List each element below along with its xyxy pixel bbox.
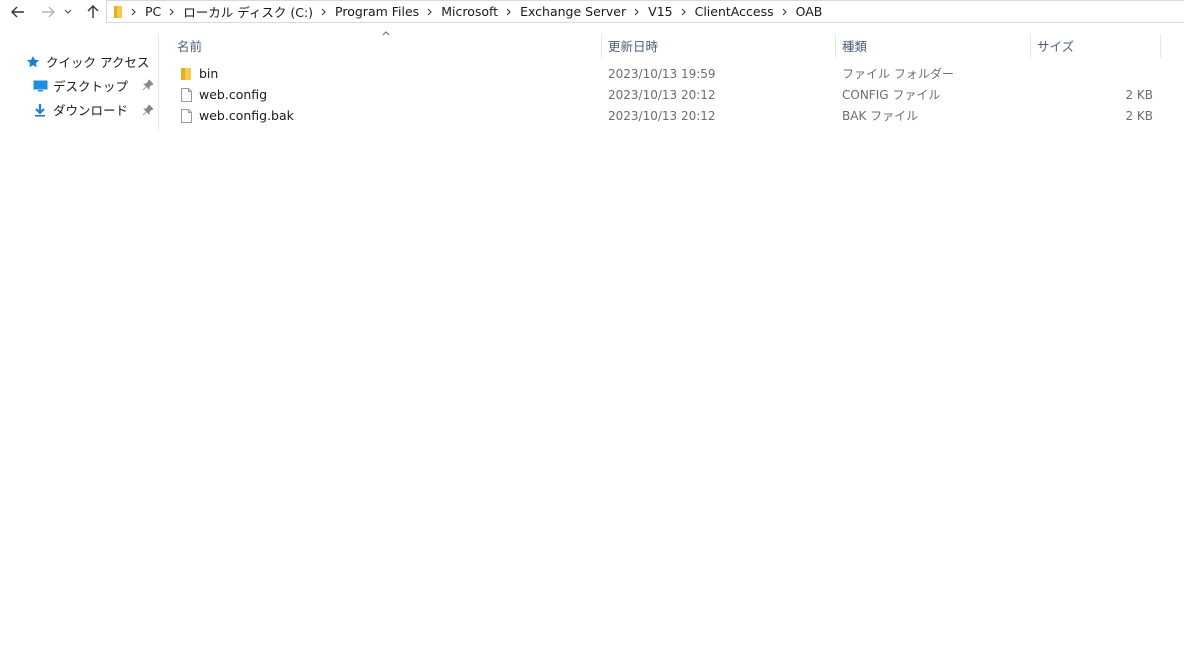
nav-item-quick-access[interactable]: クイック アクセス <box>24 52 149 71</box>
file-row[interactable]: bin 2023/10/13 19:59 ファイル フォルダー <box>160 63 1185 84</box>
address-bar-row: PC ローカル ディスク (C:) Program Files Microsof… <box>0 0 1185 24</box>
file-type: ファイル フォルダー <box>842 67 954 81</box>
file-size: 2 KB <box>1125 87 1153 102</box>
column-header-name[interactable]: 名前 <box>171 32 601 59</box>
breadcrumb-separator-icon[interactable] <box>500 8 518 16</box>
breadcrumb-separator-icon[interactable] <box>776 8 794 16</box>
breadcrumb-oab[interactable]: OAB <box>794 4 825 19</box>
file-name: bin <box>199 66 219 81</box>
breadcrumb-separator-icon[interactable] <box>628 8 646 16</box>
file-row[interactable]: web.config.bak 2023/10/13 20:12 BAK ファイル… <box>160 105 1185 126</box>
forward-arrow-icon <box>42 6 55 18</box>
breadcrumb-separator-icon[interactable] <box>163 8 181 16</box>
file-type: CONFIG ファイル <box>842 88 941 102</box>
nav-item-label: クイック アクセス <box>46 55 150 70</box>
navigation-pane: クイック アクセス デスクトップ ダウンロード <box>0 26 158 129</box>
back-arrow-icon <box>11 6 24 18</box>
column-header-label: 種類 <box>842 39 868 54</box>
file-name-cell: web.config <box>179 84 267 105</box>
breadcrumb-microsoft[interactable]: Microsoft <box>439 4 500 19</box>
column-header-label: サイズ <box>1037 39 1075 54</box>
column-header-modified[interactable]: 更新日時 <box>602 32 835 59</box>
file-modified: 2023/10/13 20:12 <box>608 87 716 102</box>
forward-button[interactable] <box>37 1 59 23</box>
breadcrumb-clientaccess[interactable]: ClientAccess <box>693 4 776 19</box>
breadcrumb-separator-icon[interactable] <box>675 8 693 16</box>
file-modified: 2023/10/13 20:12 <box>608 108 716 123</box>
column-header-size[interactable]: サイズ <box>1031 32 1160 59</box>
column-header-row: 名前 更新日時 種類 サイズ <box>160 31 1185 59</box>
file-name: web.config <box>199 87 268 102</box>
pin-icon[interactable] <box>142 104 154 116</box>
nav-item-label: デスクトップ <box>53 79 129 94</box>
breadcrumb-separator-icon[interactable] <box>315 8 333 16</box>
address-bar[interactable]: PC ローカル ディスク (C:) Program Files Microsof… <box>106 0 1184 23</box>
file-type: BAK ファイル <box>842 109 919 123</box>
column-header-label: 名前 <box>177 39 203 54</box>
breadcrumb-pc[interactable]: PC <box>143 4 163 19</box>
download-icon <box>31 102 49 118</box>
recent-locations-button[interactable] <box>61 1 75 23</box>
breadcrumb-separator-icon[interactable] <box>421 8 439 16</box>
pin-icon[interactable] <box>142 79 154 91</box>
up-button[interactable] <box>82 1 104 23</box>
back-button[interactable] <box>7 1 29 23</box>
folder-icon <box>111 5 125 19</box>
file-modified: 2023/10/13 19:59 <box>608 66 716 81</box>
nav-item-downloads[interactable]: ダウンロード <box>31 100 128 119</box>
pane-divider[interactable] <box>158 34 159 130</box>
nav-item-label: ダウンロード <box>53 103 129 118</box>
column-header-type[interactable]: 種類 <box>836 32 1030 59</box>
breadcrumb-exchange-server[interactable]: Exchange Server <box>518 4 628 19</box>
file-icon <box>179 87 193 103</box>
column-resize-handle[interactable] <box>1160 34 1161 58</box>
file-name: web.config.bak <box>199 108 294 123</box>
desktop-icon <box>31 78 49 94</box>
chevron-down-icon <box>64 9 72 14</box>
star-icon <box>24 54 42 70</box>
folder-icon <box>179 66 193 82</box>
breadcrumb-local-disk[interactable]: ローカル ディスク (C:) <box>181 2 315 21</box>
breadcrumb-separator-icon[interactable] <box>125 8 143 16</box>
file-size: 2 KB <box>1125 108 1153 123</box>
file-name-cell: web.config.bak <box>179 105 294 126</box>
breadcrumb-v15[interactable]: V15 <box>646 4 674 19</box>
file-name-cell: bin <box>179 63 218 84</box>
file-size <box>1031 63 1153 84</box>
file-row[interactable]: web.config 2023/10/13 20:12 CONFIG ファイル … <box>160 84 1185 105</box>
breadcrumb-program-files[interactable]: Program Files <box>333 4 421 19</box>
nav-item-desktop[interactable]: デスクトップ <box>31 76 128 95</box>
column-header-label: 更新日時 <box>608 39 659 54</box>
file-list: 名前 更新日時 種類 サイズ bin 2023/10/13 19:59 ファイル… <box>160 31 1185 126</box>
up-arrow-icon <box>87 5 99 18</box>
file-icon <box>179 108 193 124</box>
